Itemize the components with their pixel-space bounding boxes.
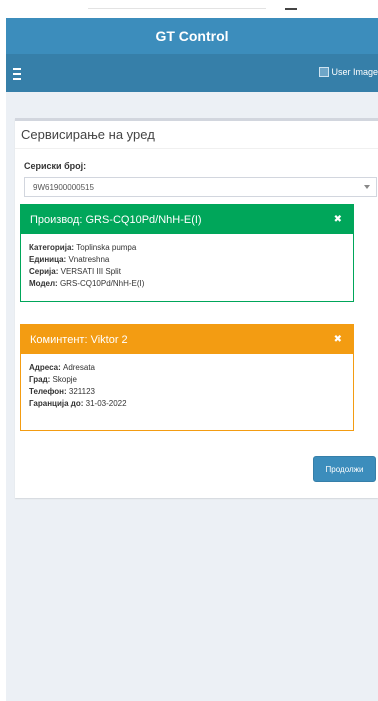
product-details: Категорија: Toplinska pumpa Единица: Vna… [21, 234, 353, 298]
user-image-alt: User Image [331, 67, 378, 77]
broken-image-icon [319, 67, 330, 77]
top-navbar: User Image [6, 54, 378, 92]
client-row: Град: Skopje [29, 375, 78, 384]
client-row: Гаранција до: 31-03-2022 [29, 399, 127, 408]
product-row: Серија: VERSATI III Split [29, 267, 121, 276]
app-title-bar: GT Control [6, 18, 378, 54]
serial-select[interactable]: 9W61900000515 [24, 177, 377, 197]
client-panel: Коминтент: Viktor 2 ✖ Адреса: Adresata Г… [20, 324, 354, 431]
client-header: Коминтент: Viktor 2 [30, 333, 128, 346]
user-avatar[interactable]: User Image [319, 67, 378, 77]
serial-value: 9W61900000515 [33, 182, 94, 192]
client-row: Адреса: Adresata [29, 363, 96, 372]
browser-top-strip [0, 0, 378, 18]
client-row: Телефон: 321123 [29, 387, 95, 396]
product-row: Модел: GRS-CQ10Pd/NhH-E(I) [29, 279, 145, 288]
serial-label: Сериски број: [24, 161, 87, 171]
client-details: Адреса: Adresata Град: Skopje Телефон: 3… [21, 354, 353, 418]
product-row: Категорија: Toplinska pumpa [29, 243, 137, 252]
app-title: GT Control [155, 28, 229, 44]
page-title: Сервисирање на уред [21, 127, 155, 142]
product-panel: Производ: GRS-CQ10Pd/NhH-E(I) ✖ Категори… [20, 204, 354, 302]
divider [15, 148, 378, 149]
service-device-box: Сервисирање на уред Сериски број: 9W6190… [15, 118, 378, 498]
product-panel-header: Производ: GRS-CQ10Pd/NhH-E(I) ✖ [21, 205, 353, 234]
address-line [88, 8, 266, 9]
continue-button[interactable]: Продолжи [313, 456, 376, 482]
product-row: Единица: Vnatreshna [29, 255, 110, 264]
cursor-mark [285, 8, 297, 10]
close-icon[interactable]: ✖ [334, 334, 342, 345]
chevron-down-icon [364, 185, 370, 189]
menu-icon[interactable] [13, 66, 29, 80]
client-panel-header: Коминтент: Viktor 2 ✖ [21, 325, 353, 354]
close-icon[interactable]: ✖ [334, 214, 342, 225]
product-header: Производ: GRS-CQ10Pd/NhH-E(I) [30, 213, 202, 226]
